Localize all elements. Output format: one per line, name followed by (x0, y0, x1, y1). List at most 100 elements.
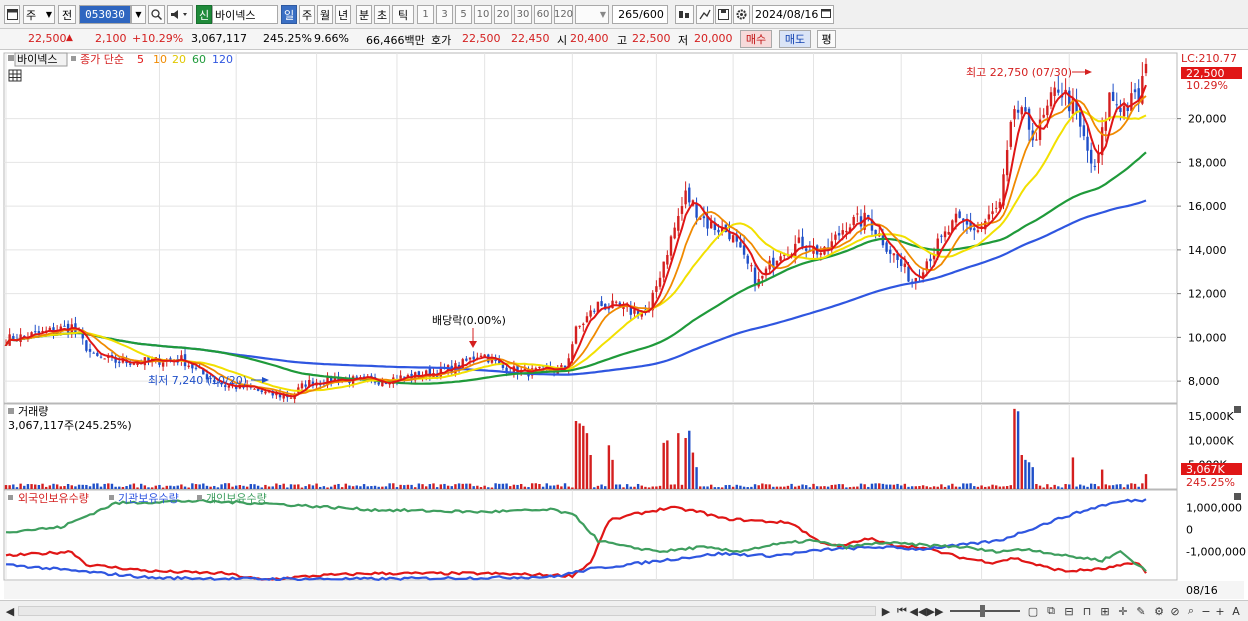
interval-30[interactable]: 30 (514, 5, 532, 24)
data-count-field[interactable]: 265/600 (612, 5, 668, 24)
volume-bar (921, 485, 925, 489)
zoom-out-icon[interactable]: − (1200, 604, 1212, 618)
volume-bar (874, 483, 877, 489)
next-page-icon[interactable]: ▶▶ (927, 604, 944, 618)
tools-icon[interactable] (675, 5, 694, 24)
volume-bar (797, 485, 801, 489)
volume-bar (66, 483, 70, 489)
volume-bar (878, 483, 881, 489)
volume-bar (70, 485, 73, 489)
drawing-icon[interactable] (696, 5, 714, 24)
dividend-annotation: 배당락(0.00%) (432, 314, 506, 327)
stock-chart[interactable]: 8,000 10,000 12,000 14,000 16,000 18,000 20,00… (0, 51, 1248, 600)
candle-body (673, 227, 676, 239)
average-button[interactable]: 평 (817, 30, 836, 48)
copy-icon[interactable]: ⧉ (1044, 604, 1058, 618)
volume-bar (293, 484, 296, 489)
interval-3[interactable]: 3 (436, 5, 453, 24)
prev-page-icon[interactable]: ◀◀ (910, 604, 927, 618)
volume-bar (1071, 457, 1075, 489)
panel-close-icon[interactable] (1234, 406, 1241, 413)
save-icon[interactable] (715, 5, 732, 24)
tab-monthly[interactable]: 월 (317, 5, 333, 24)
volume-bar (892, 484, 896, 489)
volume-bar (351, 486, 355, 489)
volume-bar (238, 485, 242, 489)
volume-bar (439, 484, 443, 489)
auto-scale-icon[interactable]: A (1229, 604, 1243, 618)
crosshair-icon[interactable]: ✛ (1116, 604, 1130, 618)
window-icon[interactable] (4, 5, 20, 24)
price-change: 2,100 (95, 32, 127, 45)
prev-button[interactable]: 전 (58, 5, 76, 24)
volume-bar (8, 485, 11, 489)
candle-body (1115, 104, 1118, 106)
box-zoom-icon[interactable]: ▢ (1026, 604, 1040, 618)
tab-minute[interactable]: 분 (356, 5, 372, 24)
date-field[interactable]: 2024/08/16 (752, 5, 834, 24)
volume-bar (125, 486, 128, 489)
speaker-icon[interactable] (167, 5, 193, 24)
tab-yearly[interactable]: 년 (335, 5, 351, 24)
interval-120[interactable]: 120 (554, 5, 573, 24)
volume-bar (768, 484, 771, 489)
volume-bar (172, 486, 176, 489)
volume-bar (742, 486, 746, 489)
volume-bar (96, 483, 99, 489)
zoom-slider[interactable] (950, 610, 1020, 612)
zoom-icon[interactable]: ⌕ (1184, 604, 1198, 618)
legend-ma120: 120 (212, 53, 233, 66)
tab-daily[interactable]: 일 (281, 5, 297, 24)
zoom-in-icon[interactable]: + (1214, 604, 1226, 618)
candle-body (973, 228, 976, 231)
open-label: 시 (557, 34, 568, 47)
first-page-icon[interactable]: ⏮ (895, 604, 909, 618)
zoom-slider-handle[interactable] (980, 605, 985, 617)
interval-1[interactable]: 1 (417, 5, 434, 24)
volume-bar (673, 484, 676, 489)
stock-name-field[interactable]: 바이넥스 (212, 5, 278, 24)
stock-code-input[interactable]: 053030 (79, 5, 131, 24)
magnet-icon[interactable]: ⊓ (1080, 604, 1094, 618)
search-icon[interactable] (148, 5, 165, 24)
volume-bar (658, 485, 662, 489)
interval-5[interactable]: 5 (455, 5, 472, 24)
table-icon[interactable] (8, 69, 22, 82)
settings-icon[interactable]: ⚙ (1152, 604, 1166, 618)
dropdown-icon[interactable]: ▼ (131, 5, 146, 24)
volume-bar (815, 486, 819, 489)
split-icon[interactable]: ⊞ (1098, 604, 1112, 618)
period-select[interactable]: 주 ▼ (23, 5, 55, 24)
chart-area[interactable]: 8,000 10,000 12,000 14,000 16,000 18,000 20,00… (0, 51, 1248, 600)
tab-second[interactable]: 초 (374, 5, 390, 24)
candle-body (1144, 63, 1148, 74)
link-icon[interactable]: ⊘ (1168, 604, 1182, 618)
scroll-left-icon[interactable]: ◀ (4, 604, 16, 618)
candle-body (253, 388, 256, 390)
scroll-right-icon[interactable]: ▶ (880, 604, 892, 618)
sell-button[interactable]: 매도 (779, 30, 811, 48)
volume-bar (889, 484, 892, 489)
interval-custom-select[interactable]: ▼ (575, 5, 609, 24)
volume-bar (165, 485, 168, 489)
buy-button[interactable]: 매수 (740, 30, 772, 48)
interval-60[interactable]: 60 (534, 5, 552, 24)
volume-bar (699, 486, 702, 489)
gear-icon[interactable] (733, 5, 750, 24)
volume-bar (618, 484, 622, 489)
candle-body (1009, 121, 1013, 147)
layout-icon[interactable]: ⊟ (1062, 604, 1076, 618)
volume-bar (1064, 484, 1067, 489)
candle-body (589, 310, 592, 317)
candle-body (688, 187, 691, 203)
tab-weekly[interactable]: 주 (299, 5, 315, 24)
interval-20[interactable]: 20 (494, 5, 512, 24)
volume-bar (227, 483, 231, 489)
scroll-track[interactable] (18, 606, 876, 616)
interval-10[interactable]: 10 (474, 5, 492, 24)
tab-tick[interactable]: 틱 (392, 5, 414, 24)
candle-body (256, 388, 260, 391)
calendar-icon[interactable] (821, 8, 831, 21)
panel-close-icon[interactable] (1234, 493, 1241, 500)
brush-icon[interactable]: ✎ (1134, 604, 1148, 618)
